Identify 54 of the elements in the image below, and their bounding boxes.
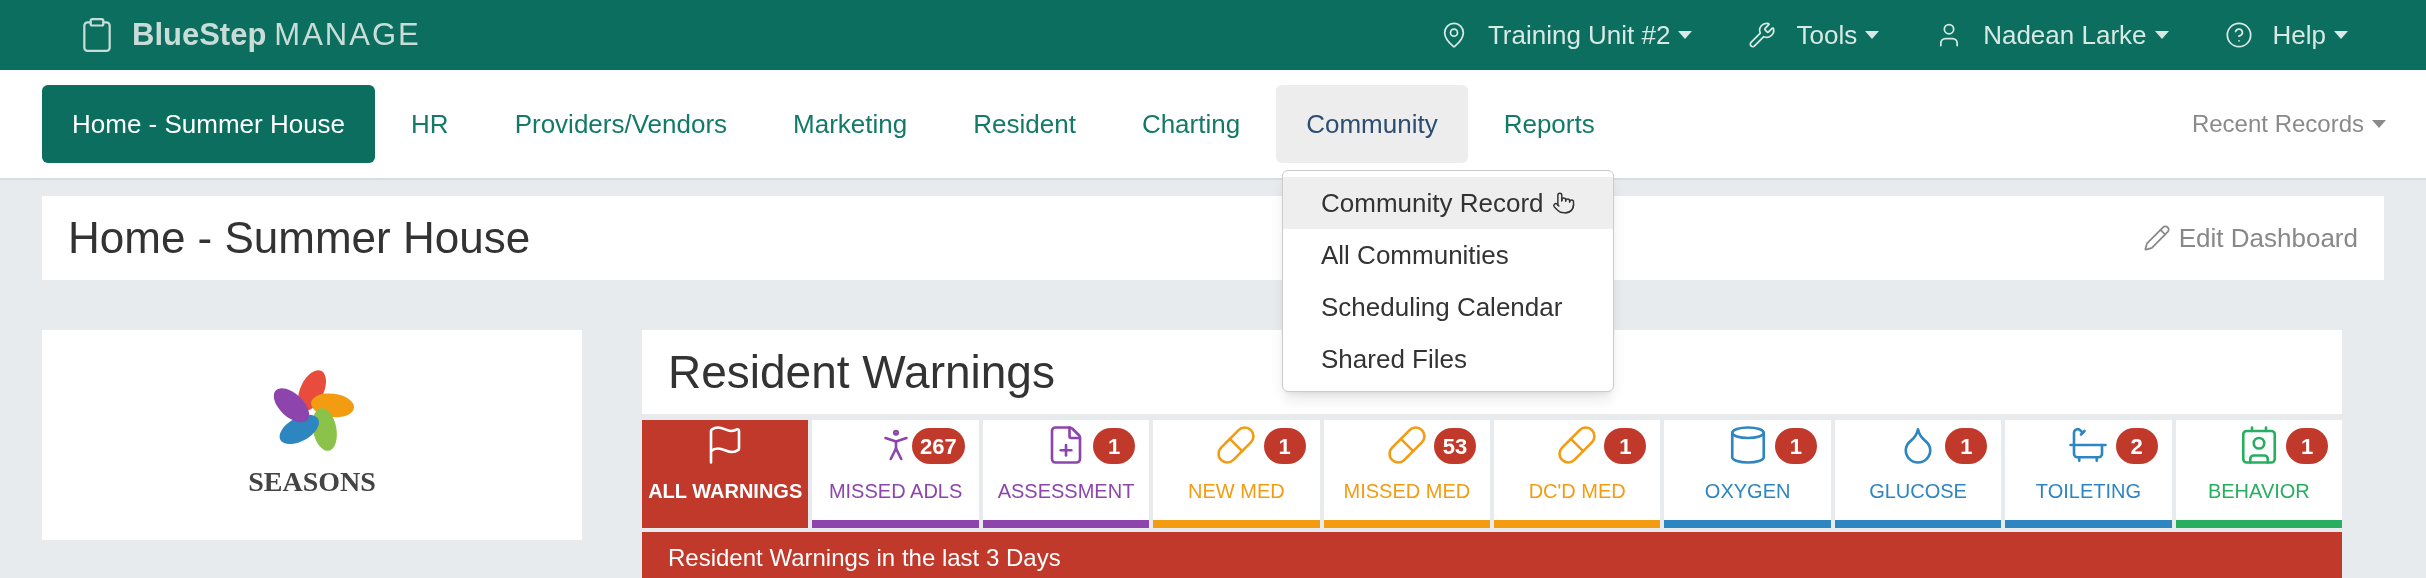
warning-tile[interactable]: DC'D MED 1 [1494,420,1661,528]
top-menu[interactable]: Training Unit #2 [1439,15,1693,55]
wrench-icon [1748,21,1777,49]
dropdown-item[interactable]: Community Record [1283,177,1613,229]
warning-tile[interactable]: OXYGEN 1 [1664,420,1831,528]
count-badge: 2 [2115,428,2158,464]
warning-tile[interactable]: MISSED MED 53 [1323,420,1491,528]
pill-icon [1215,424,1258,466]
warning-tile[interactable]: BEHAVIOR 1 [2175,420,2343,528]
count-badge: 1 [2286,428,2329,464]
dropdown-item[interactable]: Shared Files [1283,333,1613,385]
page-title: Home - Summer House [68,212,531,264]
warning-tile[interactable]: ASSESSMENT 1 [982,420,1150,528]
count-badge: 267 [912,428,965,464]
warning-tile[interactable]: NEW MED 1 [1153,420,1320,528]
nav-tab[interactable]: Community [1276,85,1468,163]
edit-dashboard-link[interactable]: Edit Dashboard [2142,218,2358,258]
warnings-title: Resident Warnings [668,344,1055,400]
nav-tab[interactable]: HR [381,85,479,163]
caret-icon [2334,31,2348,39]
warning-tile[interactable]: ALL WARNINGS [642,420,809,528]
top-menu[interactable]: Nadean Larke [1935,15,2169,55]
count-badge: 1 [1604,428,1647,464]
product-name: MANAGE [274,15,421,54]
caret-icon [2372,120,2386,128]
warning-tile[interactable]: MISSED ADLS 267 [812,420,979,528]
dropdown-item[interactable]: All Communities [1283,229,1613,281]
nav-tab[interactable]: Reports [1473,85,1625,163]
nav-tab[interactable]: Providers/Vendors [484,85,758,163]
count-badge: 1 [1263,428,1306,464]
caret-icon [1678,31,1693,39]
warning-tile[interactable]: TOILETING 2 [2005,420,2172,528]
nav-tab[interactable]: Resident [943,85,1106,163]
banner-text: Resident Warnings in the last 3 Days [668,543,1061,573]
count-badge: 53 [1434,428,1477,464]
pill-icon [1385,424,1428,466]
recent-records-menu[interactable]: Recent Records [2191,106,2386,142]
top-menu[interactable]: Tools [1748,15,1880,55]
nav-tab[interactable]: Home - Summer House [42,85,376,163]
caret-icon [1865,31,1880,39]
help-icon [2224,21,2253,49]
pill-icon [1556,424,1599,466]
count-badge: 1 [1093,428,1136,464]
nav-tab[interactable]: Marketing [763,85,938,163]
logo-name: SEASONS [248,465,376,499]
count-badge: 1 [1774,428,1817,464]
nav-tab[interactable]: Charting [1111,85,1271,163]
dropdown-item[interactable]: Scheduling Calendar [1283,281,1613,333]
caret-icon [2154,31,2169,39]
count-badge: 1 [1945,428,1988,464]
brand-name[interactable]: BlueStep [132,11,267,59]
pencil-icon [2142,224,2171,252]
warning-tile[interactable]: GLUCOSE 1 [1834,420,2002,528]
top-menu[interactable]: Help [2224,15,2348,55]
